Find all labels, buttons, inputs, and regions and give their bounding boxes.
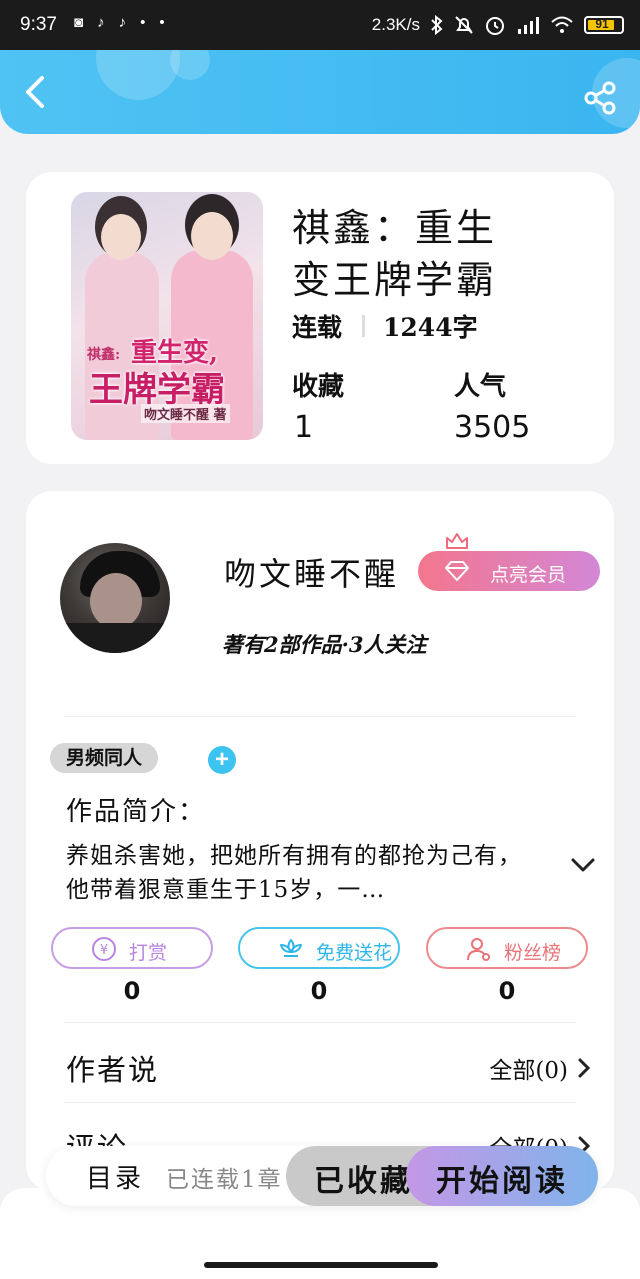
bottom-action-bar: 目录 已连载1章 已收藏 开始阅读 xyxy=(46,1146,598,1206)
cover-author: 吻文睡不醒 著 xyxy=(141,404,230,423)
status-time: 9:37 xyxy=(20,14,57,35)
reward-count: 0 xyxy=(123,977,141,1005)
mute-bell-icon xyxy=(455,16,473,34)
add-tag-button[interactable]: + xyxy=(208,746,236,774)
popularity-label: 人气 xyxy=(454,372,507,402)
word-count: 1244字 xyxy=(383,313,478,342)
divider xyxy=(64,1102,576,1103)
status-right: 2.3K/s 91 xyxy=(372,14,624,36)
book-status: 连载 xyxy=(292,313,343,342)
vip-button[interactable]: 点亮会员 xyxy=(418,551,600,591)
send-flower-button[interactable]: 免费送花 xyxy=(238,927,400,969)
yen-coin-icon: ¥ xyxy=(92,937,116,961)
cover-title-small: 祺鑫: xyxy=(87,347,121,363)
tiktok-icon: ♪ xyxy=(97,14,119,31)
header xyxy=(0,50,640,134)
chevron-down-icon[interactable] xyxy=(570,855,596,875)
book-info-card: 祺鑫: 重生变, 王牌学霸 吻文睡不醒 著 祺鑫：重生变王牌学霸 连载 1244… xyxy=(26,172,614,464)
notification-icons: ◙♪♪•• xyxy=(74,14,179,31)
battery-level: 91 xyxy=(595,17,609,31)
author-card: 吻文睡不醒 点亮会员 著有2部作品·3人关注 男频同人 + 作品简介： 养姐杀害… xyxy=(26,491,614,1191)
fan-ranking-label: 粉丝榜 xyxy=(504,943,562,964)
toc-button[interactable]: 目录 xyxy=(86,1158,144,1195)
vip-button-label: 点亮会员 xyxy=(490,565,567,586)
chevron-right-icon[interactable] xyxy=(576,1057,592,1079)
alarm-icon xyxy=(486,17,504,35)
popularity-value: 3505 xyxy=(454,410,531,445)
meta-divider xyxy=(362,315,366,337)
fan-ranking-button[interactable]: 粉丝榜 xyxy=(426,927,588,969)
user-icon xyxy=(467,938,490,961)
book-meta: 连载 1244字 xyxy=(292,308,478,344)
author-says-label: 作者说 xyxy=(66,1053,160,1087)
divider xyxy=(64,1022,576,1023)
start-reading-button[interactable]: 开始阅读 xyxy=(406,1146,598,1206)
serial-status: 已连载1章 xyxy=(166,1167,283,1193)
author-says-all-link[interactable]: 全部(0) xyxy=(489,1051,568,1085)
home-indicator[interactable] xyxy=(204,1262,438,1268)
tiktok-icon: ♪ xyxy=(118,14,141,31)
favorites-value: 1 xyxy=(294,410,314,445)
reward-label: 打赏 xyxy=(129,943,168,964)
bluetooth-icon xyxy=(431,15,443,35)
start-reading-label: 开始阅读 xyxy=(436,1164,568,1199)
favorited-label: 已收藏 xyxy=(314,1164,413,1199)
crown-icon xyxy=(446,533,468,549)
send-flower-label: 免费送花 xyxy=(316,943,393,964)
flower-count: 0 xyxy=(310,977,328,1005)
reward-button[interactable]: ¥ 打赏 xyxy=(51,927,213,969)
signal-icon xyxy=(518,17,539,34)
net-speed: 2.3K/s xyxy=(371,15,420,34)
svg-text:¥: ¥ xyxy=(100,943,108,958)
status-bar: 9:37 ◙♪♪•• 2.3K/s 91 xyxy=(0,0,640,50)
battery-icon: 91 xyxy=(584,16,624,34)
author-stats: 著有2部作品·3人关注 xyxy=(222,632,427,657)
flower-icon xyxy=(280,939,302,957)
back-button[interactable] xyxy=(18,72,58,112)
divider xyxy=(64,716,576,717)
author-name[interactable]: 吻文睡不醒 xyxy=(224,549,399,595)
diamond-icon xyxy=(445,561,469,581)
intro-text: 养姐杀害她，把她所有拥有的都抢为己有，他带着狠意重生于15岁，一… xyxy=(66,843,522,903)
genre-tag[interactable]: 男频同人 xyxy=(50,743,159,773)
book-cover[interactable]: 祺鑫: 重生变, 王牌学霸 吻文睡不醒 著 xyxy=(71,192,263,440)
author-avatar[interactable] xyxy=(60,543,170,653)
more-dots-icon: •• xyxy=(140,14,179,31)
wifi-icon xyxy=(551,16,573,33)
fan-count: 0 xyxy=(498,977,516,1005)
intro-heading: 作品简介： xyxy=(66,797,207,827)
favorites-label: 收藏 xyxy=(292,372,345,402)
weibo-icon: ◙ xyxy=(74,14,98,31)
book-title: 祺鑫：重生变王牌学霸 xyxy=(292,206,498,302)
share-button[interactable] xyxy=(582,80,618,116)
